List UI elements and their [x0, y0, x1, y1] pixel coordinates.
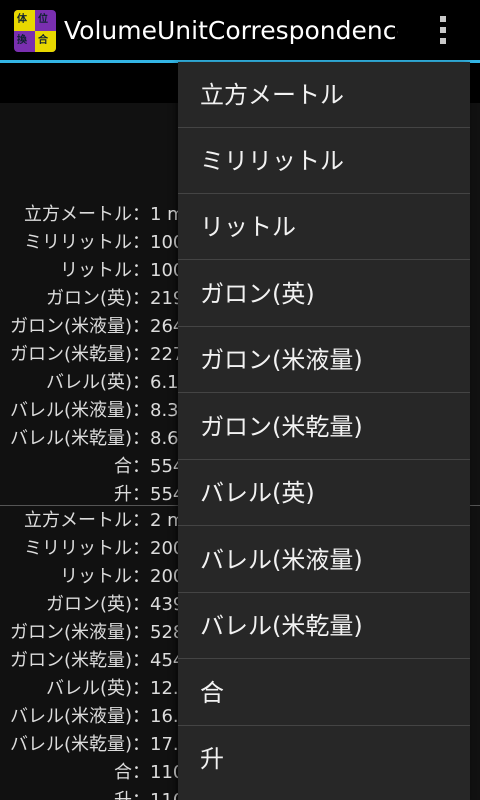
- action-bar: 体 位 換 合 VolumeUnitCorrespondenceT…: [0, 0, 480, 63]
- unit-label: 立方メートル：: [24, 204, 150, 225]
- unit-label: バレル(米乾量)：: [9, 734, 150, 755]
- unit-label: バレル(米乾量)：: [9, 428, 150, 449]
- unit-label: 升：: [114, 787, 150, 800]
- unit-label: バレル(米液量)：: [9, 400, 150, 421]
- menu-divider: [178, 392, 470, 393]
- unit-label: バレル(英)：: [45, 678, 150, 699]
- menu-item-label: バレル(米液量): [200, 546, 363, 574]
- app-logo-icon[interactable]: 体 位 換 合: [14, 10, 56, 52]
- unit-label: 立方メートル：: [24, 510, 150, 531]
- menu-item-label: 立方メートル: [200, 81, 344, 109]
- menu-item-cubic-meter[interactable]: 立方メートル: [178, 62, 470, 128]
- unit-label: バレル(米液量)：: [9, 706, 150, 727]
- unit-label: ガロン(英)：: [45, 594, 150, 615]
- menu-item-barrel-us-liquid[interactable]: バレル(米液量): [178, 527, 470, 593]
- menu-item-label: リットル: [200, 213, 296, 241]
- menu-divider: [178, 525, 470, 526]
- menu-item-gou[interactable]: 合: [178, 660, 470, 726]
- overflow-menu-icon[interactable]: [428, 12, 458, 48]
- menu-item-milliliter[interactable]: ミリリットル: [178, 128, 470, 194]
- unit-label: 合：: [114, 762, 150, 783]
- menu-item-gallon-us-dry[interactable]: ガロン(米乾量): [178, 394, 470, 460]
- unit-dropdown-menu: 立方メートル ミリリットル リットル ガロン(英) ガロン(米液量) ガロン(米…: [178, 62, 470, 800]
- unit-label: バレル(英)：: [45, 372, 150, 393]
- unit-label: ガロン(英)：: [45, 288, 150, 309]
- unit-label: 合：: [114, 456, 150, 477]
- menu-item-gallon-uk[interactable]: ガロン(英): [178, 261, 470, 327]
- menu-item-label: ガロン(米乾量): [200, 413, 363, 441]
- menu-item-liter[interactable]: リットル: [178, 194, 470, 260]
- menu-item-label: 合: [200, 679, 224, 707]
- menu-item-gallon-us-liquid[interactable]: ガロン(米液量): [178, 327, 470, 393]
- menu-item-shou[interactable]: 升: [178, 726, 470, 792]
- unit-label: リットル：: [60, 260, 150, 281]
- menu-item-label: ガロン(米液量): [200, 346, 363, 374]
- unit-label: ガロン(米液量)：: [9, 622, 150, 643]
- menu-divider: [178, 658, 470, 659]
- menu-item-barrel-uk[interactable]: バレル(英): [178, 460, 470, 526]
- menu-item-label: ガロン(英): [200, 280, 315, 308]
- menu-divider: [178, 259, 470, 260]
- unit-label: ミリリットル：: [24, 232, 150, 253]
- unit-label: リットル：: [60, 566, 150, 587]
- unit-label: ガロン(米乾量)：: [9, 344, 150, 365]
- app-title: VolumeUnitCorrespondenceT…: [64, 16, 398, 45]
- menu-item-label: ミリリットル: [200, 147, 344, 175]
- menu-item-barrel-us-dry[interactable]: バレル(米乾量): [178, 593, 470, 659]
- unit-label: ガロン(米液量)：: [9, 316, 150, 337]
- unit-label: ミリリットル：: [24, 538, 150, 559]
- menu-item-label: バレル(米乾量): [200, 612, 363, 640]
- unit-label: ガロン(米乾量)：: [9, 650, 150, 671]
- menu-item-label: バレル(英): [200, 479, 315, 507]
- menu-item-label: 升: [200, 745, 224, 773]
